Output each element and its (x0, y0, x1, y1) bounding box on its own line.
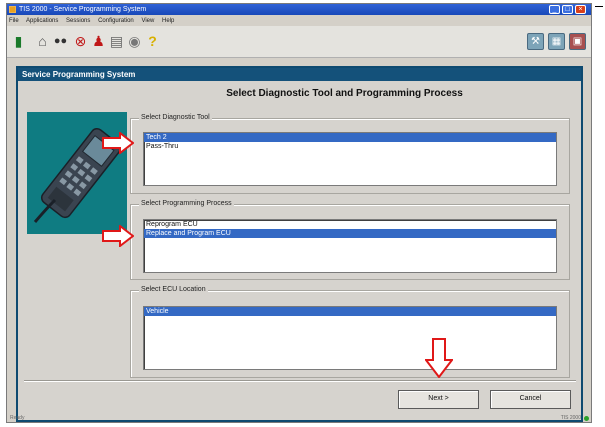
arrow-right-icon (102, 132, 134, 154)
programming-process-group: Select Programming Process Reprogram ECU… (130, 199, 570, 280)
maximize-button[interactable]: □ (562, 5, 573, 14)
title-bar[interactable]: TIS 2000 - Service Programming System _ … (7, 4, 591, 15)
disc-icon[interactable]: ◉ (127, 33, 142, 49)
menu-view[interactable]: View (141, 18, 154, 24)
arrow-right-icon (102, 225, 134, 247)
status-right: TIS 2000 (560, 415, 581, 421)
page-title: Select Diagnostic Tool and Programming P… (226, 88, 463, 99)
menu-file[interactable]: File (9, 18, 19, 24)
ecu-location-label: Select ECU Location (139, 285, 208, 295)
diagnostic-device-image (27, 112, 127, 234)
status-indicator-icon (584, 416, 589, 421)
exit-icon[interactable]: ▮ (11, 33, 26, 49)
diagnostic-tool-list[interactable]: Tech 2 Pass-Thru (143, 132, 557, 186)
programming-process-label: Select Programming Process (139, 199, 234, 209)
status-bar: Ready TIS 2000 (7, 414, 591, 423)
app-icon (9, 6, 16, 13)
programming-process-list[interactable]: Reprogram ECU Replace and Program ECU (143, 219, 557, 273)
close-button[interactable]: × (575, 5, 586, 14)
arrow-down-icon (425, 338, 453, 378)
help-icon[interactable]: ? (145, 33, 160, 49)
panel-header: Service Programming System (18, 68, 581, 81)
menu-bar: File Applications Sessions Configuration… (9, 16, 589, 26)
menu-help[interactable]: Help (162, 18, 174, 24)
list-item-reprogram-ecu[interactable]: Reprogram ECU (144, 220, 556, 229)
document-icon[interactable]: ▦ (548, 33, 565, 50)
list-item-vehicle[interactable]: Vehicle (144, 307, 556, 316)
minimize-button[interactable]: _ (549, 5, 560, 14)
status-left: Ready (10, 415, 25, 421)
menu-sessions[interactable]: Sessions (66, 18, 90, 24)
cancel-button[interactable]: Cancel (490, 390, 571, 409)
edge-marker (595, 6, 603, 7)
diagnostic-tool-group: Select Diagnostic Tool Tech 2 Pass-Thru (130, 113, 570, 194)
application-window: TIS 2000 - Service Programming System _ … (6, 3, 592, 423)
menu-applications[interactable]: Applications (26, 18, 58, 24)
ecu-location-group: Select ECU Location Vehicle (130, 285, 570, 378)
printer-icon[interactable]: ▤ (109, 33, 124, 49)
list-item-tech2[interactable]: Tech 2 (144, 133, 556, 142)
diagnostic-tool-label: Select Diagnostic Tool (139, 113, 212, 123)
tool-icon[interactable]: ⚒ (527, 33, 544, 50)
footer-divider (24, 380, 576, 382)
search-icon[interactable]: ●● (53, 33, 68, 49)
person-icon[interactable]: ♟ (91, 33, 106, 49)
settings-icon[interactable]: ▣ (569, 33, 586, 50)
window-title: TIS 2000 - Service Programming System (19, 6, 147, 13)
ecu-location-list[interactable]: Vehicle (143, 306, 557, 370)
home-icon[interactable]: ⌂ (35, 33, 50, 49)
tech2-device-icon (33, 127, 122, 223)
list-item-replace-and-program-ecu[interactable]: Replace and Program ECU (144, 229, 556, 238)
service-programming-panel: Service Programming System Select Diagno… (16, 66, 583, 422)
toolbar: ▮ ⌂ ●● ⊗ ♟ ▤ ◉ ? ⚒ ▦ ▣ (7, 26, 591, 58)
list-item-pass-thru[interactable]: Pass-Thru (144, 142, 556, 151)
next-button[interactable]: Next > (398, 390, 479, 409)
menu-configuration[interactable]: Configuration (98, 18, 134, 24)
stop-icon[interactable]: ⊗ (73, 33, 88, 49)
